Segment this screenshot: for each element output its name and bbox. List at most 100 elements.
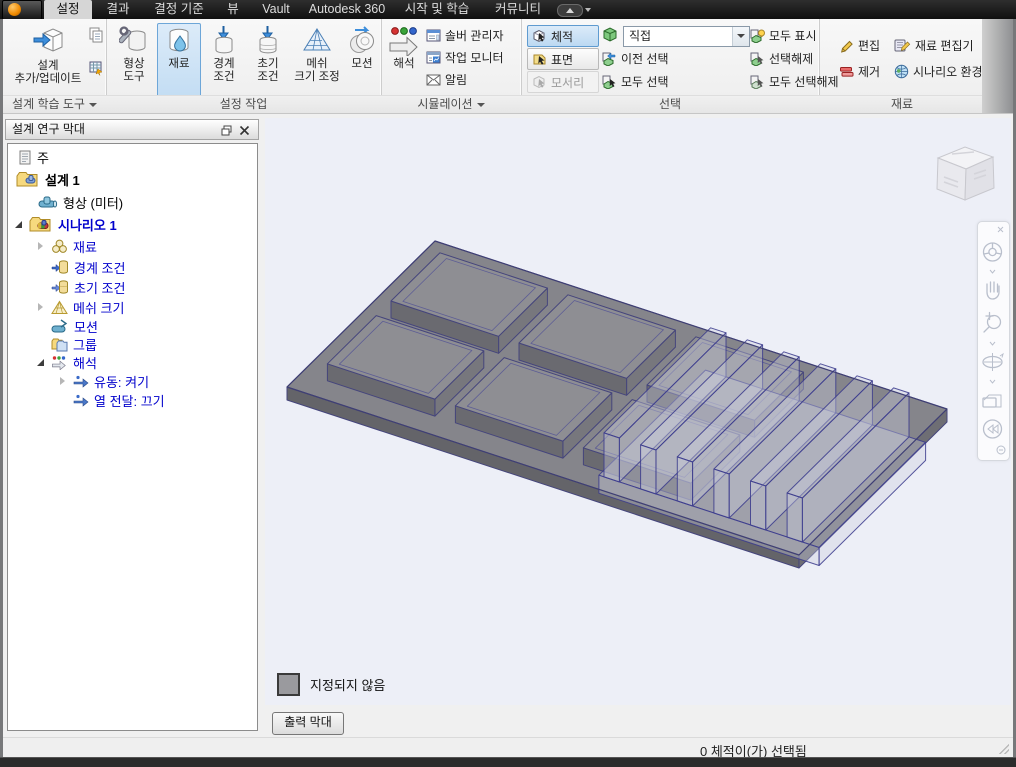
select-all-label: 모두 선택 — [621, 73, 669, 90]
menu-tab-community[interactable]: 커뮤니티 — [486, 0, 550, 19]
group-label-simulation[interactable]: 시뮬레이션 — [381, 95, 521, 113]
select-mode-volume[interactable]: 체적 — [527, 25, 599, 47]
job-monitor-item[interactable]: 작업 모니터 — [426, 49, 504, 66]
close-icon — [998, 227, 1003, 232]
ribbon: 설계 추가/업데이트 설계 학습 도구 형상 도구 — [3, 19, 1013, 114]
rewind-icon — [984, 420, 1002, 438]
ribbon-group-simulation: 해석 솔버 관리자 작업 모니터 알림 — [381, 19, 522, 113]
select-method-dropdown[interactable]: 직접 — [623, 26, 750, 47]
expander-open-icon[interactable] — [14, 219, 24, 229]
select-all-icon — [601, 74, 617, 89]
action-previous-selection[interactable]: 이전 선택 — [601, 50, 669, 67]
design-study-tree: 주 설계 1 형상 (미터) 시나리오 1 — [7, 143, 258, 731]
ribbon-minimize-control[interactable] — [557, 4, 583, 17]
motion-icon — [347, 26, 377, 56]
view-cube[interactable] — [920, 130, 1010, 215]
expander-collapsed-icon[interactable] — [36, 302, 46, 312]
action-select-all[interactable]: 모두 선택 — [601, 73, 669, 90]
groups-icon — [51, 337, 68, 352]
mesh-sizing-button[interactable]: 메쉬 크기 조정 — [290, 23, 344, 98]
menu-tab-decision-criteria[interactable]: 결정 기준 — [144, 0, 214, 19]
legend-swatch — [277, 673, 300, 696]
menu-tab-view[interactable]: 뷰 — [218, 0, 248, 19]
main-doc-icon — [18, 150, 32, 165]
tree-item-scenario-1[interactable]: 시나리오 1 — [14, 215, 117, 233]
output-bar-button[interactable]: 출력 막대 — [272, 712, 344, 735]
expander-collapsed-icon[interactable] — [58, 376, 68, 386]
tree-item-design-1[interactable]: 설계 1 — [16, 170, 80, 188]
panel-close-icon[interactable] — [239, 125, 250, 136]
chevron-down-icon — [990, 380, 995, 383]
motion-button[interactable]: 모션 — [345, 23, 379, 98]
chevron-down-icon — [89, 103, 97, 107]
analyze-button[interactable]: 해석 — [384, 23, 424, 98]
tree-item-motion[interactable]: 모션 — [51, 317, 98, 335]
tree-item-heat-transfer[interactable]: 열 전달: 끄기 — [58, 391, 165, 409]
action-deselect[interactable]: 선택해제 — [749, 50, 813, 67]
initial-conditions-button[interactable]: 초기 조건 — [247, 23, 289, 98]
deselect-all-icon — [749, 74, 765, 89]
material-edit-label: 편집 — [858, 37, 880, 54]
chevron-down-icon — [990, 270, 995, 273]
expander-open-icon[interactable] — [36, 357, 46, 367]
menu-tab-autodesk-360[interactable]: Autodesk 360 — [304, 0, 390, 19]
look-at-icon — [983, 395, 1001, 407]
tree-item-boundary-conditions[interactable]: 경계 조건 — [51, 258, 125, 276]
tree-item-flow[interactable]: 유동: 켜기 — [58, 372, 149, 390]
material-button[interactable]: 재료 — [157, 23, 201, 98]
navigation-bar[interactable] — [977, 221, 1010, 461]
tree-item-geometry[interactable]: 형상 (미터) — [38, 193, 123, 211]
heat-transfer-arrow-icon — [73, 394, 89, 407]
tree-item-groups[interactable]: 그룹 — [51, 335, 97, 353]
select-mode-surface[interactable]: 표면 — [527, 48, 599, 70]
design-study-bar-title[interactable]: 설계 연구 막대 — [5, 119, 259, 140]
geometry-tools-button[interactable]: 형상 도구 — [112, 23, 156, 98]
menu-tab-results[interactable]: 결과 — [96, 0, 140, 19]
material-editor-button[interactable]: 재료 편집기 — [894, 37, 974, 54]
material-remove-button[interactable]: 제거 — [839, 63, 880, 80]
ribbon-group-design-tools: 설계 추가/업데이트 설계 학습 도구 — [3, 19, 107, 113]
solver-manager-item[interactable]: 솔버 관리자 — [426, 27, 504, 44]
expander-spacer — [58, 395, 68, 405]
initial-conditions-tree-icon — [51, 279, 69, 295]
scenario-environment-button[interactable]: 시나리오 환경 — [894, 63, 983, 80]
menu-tab-setup[interactable]: 설정 — [44, 0, 92, 19]
tree-item-initial-conditions[interactable]: 초기 조건 — [51, 278, 125, 296]
boundary-conditions-button[interactable]: 경계 조건 — [202, 23, 246, 98]
copy-document-icon[interactable] — [89, 27, 104, 43]
edit-pencil-icon — [839, 38, 854, 53]
material-edit-button[interactable]: 편집 — [839, 37, 880, 54]
viewport-3d[interactable]: 지정되지 않음 — [265, 118, 1011, 705]
expander-collapsed-icon[interactable] — [36, 241, 46, 251]
mesh-sizing-label: 메쉬 — [306, 58, 327, 71]
initial-conditions-label: 초기 — [257, 58, 278, 71]
notification-item[interactable]: 알림 — [426, 71, 467, 88]
select-method-value: 직접 — [629, 29, 651, 43]
app-logo-icon — [8, 3, 21, 16]
menu-tab-getting-started[interactable]: 시작 및 학습 — [392, 0, 482, 19]
3d-model[interactable] — [265, 118, 1011, 705]
app-button[interactable] — [2, 0, 42, 20]
boundary-conditions-label: 경계 — [213, 58, 234, 71]
resize-grip[interactable] — [999, 744, 1009, 754]
materials-icon — [51, 239, 68, 254]
steering-wheel-icon — [984, 243, 1002, 261]
action-show-all[interactable]: 모두 표시 — [749, 27, 817, 44]
tree-item-analysis[interactable]: 해석 — [36, 353, 97, 371]
dropdown-caret-icon[interactable] — [732, 27, 749, 46]
notification-icon — [426, 74, 441, 86]
analyze-icon — [387, 26, 421, 56]
table-update-icon[interactable] — [89, 61, 104, 76]
group-label-design-tools[interactable]: 설계 학습 도구 — [3, 95, 106, 113]
menu-tab-vault[interactable]: Vault — [250, 0, 302, 19]
analyze-label: 해석 — [393, 58, 414, 71]
notification-label: 알림 — [445, 71, 467, 88]
material-editor-icon — [894, 38, 911, 53]
chevron-down-icon[interactable] — [585, 8, 591, 12]
design-add-update-button[interactable]: 설계 추가/업데이트 — [7, 23, 89, 98]
tree-item-main[interactable]: 주 — [18, 148, 49, 166]
panel-float-icon[interactable] — [221, 125, 232, 136]
tree-item-mesh-size[interactable]: 메쉬 크기 — [36, 298, 124, 316]
tree-item-materials[interactable]: 재료 — [36, 237, 97, 255]
pan-hand-icon — [987, 282, 999, 299]
